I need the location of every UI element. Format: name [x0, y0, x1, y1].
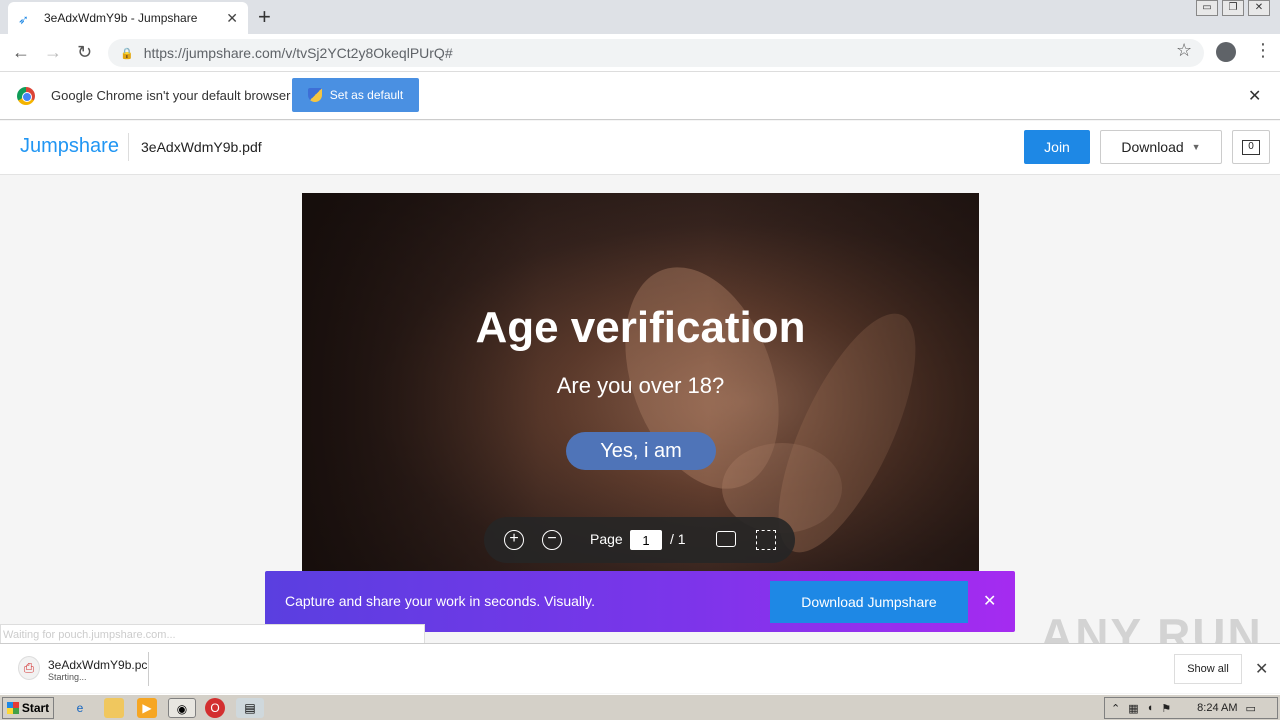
zoom-out-icon[interactable]: −	[542, 530, 562, 550]
download-divider	[148, 652, 149, 686]
set-default-button[interactable]: Set as default	[292, 78, 419, 112]
address-bar[interactable]: 🔒 https://jumpshare.com/v/tvSj2YCt2y8Oke…	[108, 39, 1204, 67]
lock-icon: 🔒	[120, 47, 134, 60]
shelf-close-icon[interactable]: ✕	[1255, 659, 1268, 679]
download-jumpshare-button[interactable]: Download Jumpshare	[770, 581, 968, 623]
promo-banner: Capture and share your work in seconds. …	[265, 571, 1015, 632]
page-total: / 1	[670, 531, 686, 547]
print-icon[interactable]	[716, 531, 736, 547]
chrome-logo-icon	[17, 87, 35, 105]
windows-flag-icon	[6, 702, 19, 714]
set-default-label: Set as default	[329, 88, 404, 102]
browser-toolbar: ← → ↻ 🔒 https://jumpshare.com/v/tvSj2YCt…	[0, 34, 1280, 72]
header-divider	[128, 133, 129, 161]
bookmark-star-icon[interactable]: ☆	[1176, 40, 1192, 61]
url-text: https://jumpshare.com/v/tvSj2YCt2y8Okeql…	[143, 45, 453, 61]
zoom-in-icon[interactable]: +	[504, 530, 524, 550]
promo-close-icon[interactable]: ✕	[983, 591, 996, 611]
reload-icon[interactable]: ↻	[77, 42, 92, 63]
flag-icon[interactable]: ⚑	[1161, 702, 1171, 715]
browser-tab[interactable]: ➶ 3eAdxWdmY9b - Jumpshare ✕	[8, 2, 248, 34]
comment-bubble-icon: 0	[1242, 139, 1260, 155]
download-shelf: ⎙ 3eAdxWdmY9b.pc Starting... Show all ✕	[0, 643, 1280, 693]
file-name: 3eAdxWdmY9b.pdf	[141, 139, 262, 155]
network-icon[interactable]: ▦	[1128, 702, 1138, 715]
volume-icon[interactable]: ◖	[1147, 702, 1154, 714]
tab-title: 3eAdxWdmY9b - Jumpshare	[44, 11, 198, 25]
back-arrow-icon[interactable]: ←	[12, 42, 30, 63]
page-label: Page	[590, 531, 623, 547]
notepad-icon[interactable]: ▤	[236, 698, 264, 718]
media-player-icon[interactable]: ▶	[137, 698, 157, 718]
tab-strip: ➶ 3eAdxWdmY9b - Jumpshare ✕ + ▭ ❐ ✕	[0, 0, 1280, 34]
start-button[interactable]: Start	[2, 697, 54, 719]
tray-expand-icon[interactable]: ⌃	[1111, 702, 1120, 715]
chrome-taskbar-icon[interactable]: ◉	[168, 698, 196, 718]
status-bubble: Waiting for pouch.jumpshare.com...	[0, 624, 425, 644]
file-explorer-icon[interactable]	[104, 698, 124, 718]
join-button[interactable]: Join	[1024, 130, 1090, 164]
age-verification-title: Age verification	[475, 303, 806, 352]
download-dropdown-button[interactable]: Download ▼	[1100, 130, 1222, 164]
default-browser-infobar: Google Chrome isn't your default browser…	[0, 72, 1280, 120]
download-status: Starting...	[48, 672, 87, 682]
infobar-message: Google Chrome isn't your default browser	[51, 88, 291, 103]
yes-i-am-button[interactable]: Yes, i am	[566, 432, 716, 470]
fullscreen-icon[interactable]	[756, 530, 776, 550]
show-all-button[interactable]: Show all	[1174, 654, 1242, 684]
start-label: Start	[21, 701, 50, 715]
opera-icon[interactable]: O	[205, 698, 225, 718]
tab-close-icon[interactable]: ✕	[226, 10, 238, 27]
caret-down-icon: ▼	[1191, 142, 1201, 152]
menu-kebab-icon[interactable]: ⋮	[1254, 40, 1272, 61]
jumpshare-favicon-icon: ➶	[18, 12, 29, 27]
system-tray: ⌃ ▦ ◖ ⚑ 8:24 AM ▭	[1104, 697, 1278, 719]
age-question: Are you over 18?	[556, 373, 725, 398]
download-label: Download	[1121, 139, 1184, 155]
windows-taskbar: Start e ▶ ◉ O ▤ ⌃ ▦ ◖ ⚑ 8:24 AM ▭	[0, 694, 1280, 720]
pdf-page-preview: Age verification Are you over 18? Yes, i…	[302, 193, 979, 573]
show-desktop-icon[interactable]: ▭	[1246, 702, 1256, 715]
shield-icon	[307, 88, 322, 102]
comments-button[interactable]: 0	[1232, 130, 1270, 164]
minimize-button[interactable]: ▭	[1196, 0, 1218, 16]
infobar-close-icon[interactable]: ✕	[1248, 86, 1261, 106]
account-avatar-icon[interactable]	[1216, 42, 1236, 62]
promo-text: Capture and share your work in seconds. …	[285, 593, 595, 609]
download-file-name: 3eAdxWdmY9b.pc	[48, 658, 148, 672]
clock: 8:24 AM	[1197, 702, 1238, 714]
new-tab-button[interactable]: +	[258, 4, 271, 30]
pdf-file-icon: ⎙	[18, 656, 40, 680]
jumpshare-header: Jumpshare 3eAdxWdmY9b.pdf Join Download …	[0, 121, 1280, 175]
restore-button[interactable]: ❐	[1222, 0, 1244, 16]
internet-explorer-icon[interactable]: e	[70, 698, 90, 718]
forward-arrow-icon[interactable]: →	[44, 42, 62, 63]
jumpshare-logo[interactable]: Jumpshare	[20, 135, 119, 158]
close-window-button[interactable]: ✕	[1248, 0, 1270, 16]
pdf-controls: + − Page / 1	[484, 517, 795, 563]
page-number-input[interactable]	[630, 530, 662, 550]
window-controls: ▭ ❐ ✕	[1196, 0, 1270, 16]
